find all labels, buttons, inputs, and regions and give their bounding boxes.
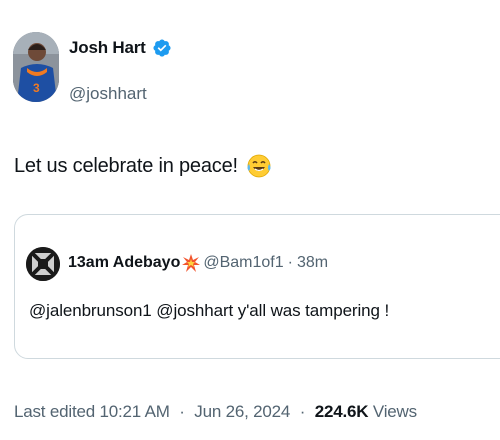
meta-separator-2: ·	[299, 402, 306, 421]
tweet-text: Let us celebrate in peace!	[14, 154, 238, 177]
tweet-body: Let us celebrate in peace!	[14, 153, 272, 179]
author-name-row: Josh Hart	[69, 38, 172, 58]
tweet-time[interactable]: 10:21 AM	[100, 402, 170, 421]
collision-icon	[182, 254, 201, 272]
tweet-date[interactable]: Jun 26, 2024	[194, 402, 290, 421]
views-label: Views	[372, 402, 417, 421]
author-display-name[interactable]: Josh Hart	[69, 38, 146, 58]
author-avatar[interactable]: 3	[13, 32, 59, 102]
quoted-tweet-card[interactable]: 13am Adebayo @Bam1of1 · 38m @jalenbrunso…	[14, 214, 500, 359]
author-handle[interactable]: @joshhart	[69, 84, 147, 104]
verified-badge-icon[interactable]	[152, 38, 172, 58]
quoted-display-name[interactable]: 13am Adebayo	[68, 254, 180, 272]
views-count: 224.6K	[314, 402, 369, 421]
quoted-handle[interactable]: @Bam1of1	[203, 254, 283, 272]
quoted-author-avatar-image	[26, 247, 60, 281]
tweet-metadata: Last edited 10:21 AM · Jun 26, 2024 · 22…	[14, 402, 417, 422]
quoted-header-row: 13am Adebayo @Bam1of1 · 38m	[68, 254, 328, 272]
meta-separator: ·	[179, 402, 185, 421]
edited-label[interactable]: Last edited	[14, 402, 95, 421]
jersey-number: 3	[33, 81, 40, 95]
author-avatar-image: 3	[13, 32, 59, 102]
quoted-timestamp[interactable]: 38m	[297, 254, 328, 272]
quoted-text: @jalenbrunson1 @joshhart y'all was tampe…	[29, 301, 390, 320]
quoted-author-avatar[interactable]	[26, 247, 60, 281]
face-with-tears-of-joy-icon	[246, 153, 272, 179]
quoted-separator: ·	[287, 254, 293, 271]
